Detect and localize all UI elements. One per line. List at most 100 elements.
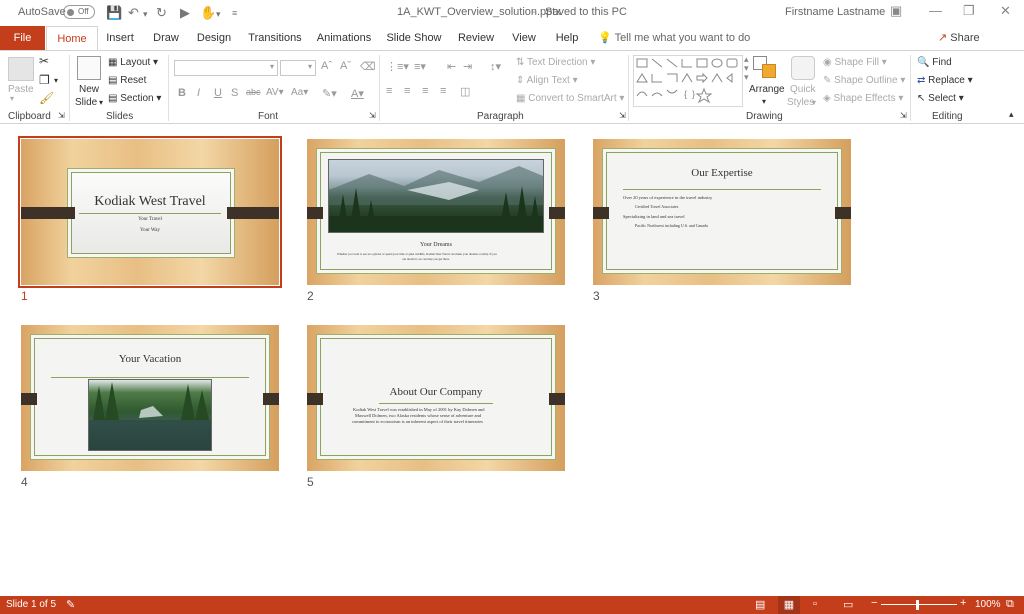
collapse-ribbon-icon[interactable]: ▴ [1009, 109, 1014, 120]
arrange-label[interactable]: Arrange [749, 84, 785, 95]
tab-design[interactable]: Design [193, 26, 235, 50]
cut-icon[interactable]: ✂ [39, 54, 49, 68]
change-case-icon[interactable]: Aa▾ [291, 87, 308, 98]
arrange-icon[interactable] [753, 56, 779, 82]
zoom-slider-thumb[interactable] [916, 600, 919, 610]
tab-view[interactable]: View [508, 26, 540, 50]
shape-effects-button[interactable]: ◈ Shape Effects ▾ [823, 93, 903, 104]
underline-icon[interactable]: U [214, 87, 222, 99]
justify-icon[interactable]: ≡ [440, 85, 446, 97]
touch-dropdown-icon[interactable]: ▾ [216, 9, 221, 20]
line-spacing-icon[interactable]: ↕▾ [490, 60, 501, 73]
quick-styles-icon[interactable] [791, 56, 815, 80]
find-button[interactable]: 🔍 Find [917, 57, 952, 68]
close-icon[interactable]: ✕ [1000, 3, 1011, 19]
font-size-dropdown-icon[interactable]: ▾ [308, 62, 312, 71]
layout-button[interactable]: ▦ Layout ▾ [108, 57, 158, 68]
character-spacing-icon[interactable]: AV▾ [266, 87, 284, 98]
clear-formatting-icon[interactable]: ⌫ [360, 60, 376, 73]
user-name[interactable]: Firstname Lastname [785, 6, 885, 18]
tell-me-search[interactable]: 💡 Tell me what you want to do [598, 26, 750, 50]
undo-icon[interactable]: ↶ [128, 5, 139, 21]
slide-thumbnail-1[interactable]: Kodiak West Travel Your Travel Your Way [18, 136, 282, 288]
tab-animations[interactable]: Animations [315, 26, 373, 50]
zoom-slider-track[interactable] [881, 604, 957, 605]
slide-thumbnail-5[interactable]: About Our Company Kodiak West Travel was… [307, 325, 565, 471]
slide-thumbnail-3[interactable]: Our Expertise Over 20 years of experienc… [593, 139, 851, 285]
decrease-font-icon[interactable]: Aˇ [340, 60, 351, 72]
align-text-button[interactable]: ⇕ Align Text ▾ [516, 75, 578, 86]
autosave-toggle[interactable]: Off [63, 5, 95, 19]
save-icon[interactable]: 💾 [106, 5, 122, 21]
increase-indent-icon[interactable]: ⇥ [463, 60, 472, 73]
bold-icon[interactable]: B [178, 87, 186, 99]
customize-qat-icon[interactable]: ≡ [232, 8, 237, 18]
minimize-icon[interactable]: — [929, 3, 942, 18]
normal-view-icon[interactable]: ▤ [755, 598, 765, 611]
new-slide-label-1[interactable]: New [79, 84, 99, 95]
slide-thumbnail-4[interactable]: Your Vacation [21, 325, 279, 471]
font-name-dropdown-icon[interactable]: ▾ [270, 62, 274, 71]
bullets-icon[interactable]: ⋮≡▾ [386, 60, 409, 73]
copy-icon[interactable]: ❐ [39, 73, 50, 87]
touch-mode-icon[interactable]: ✋ [200, 5, 216, 21]
slide-show-view-icon[interactable]: ▭ [843, 598, 853, 611]
tab-transitions[interactable]: Transitions [247, 26, 303, 50]
redo-icon[interactable]: ↻ [156, 5, 167, 21]
zoom-out-icon[interactable]: − [871, 597, 877, 609]
columns-icon[interactable]: ◫ [460, 85, 470, 98]
arrange-dropdown-icon[interactable]: ▾ [762, 97, 766, 106]
undo-dropdown-icon[interactable]: ▾ [143, 9, 148, 20]
tab-review[interactable]: Review [455, 26, 497, 50]
quick-styles-label-1[interactable]: Quick [790, 84, 816, 95]
select-button[interactable]: ↖ Select ▾ [917, 93, 964, 104]
tab-slide-show[interactable]: Slide Show [386, 26, 442, 50]
copy-dropdown-icon[interactable]: ▾ [54, 76, 58, 85]
font-name-combo[interactable]: ▾ [174, 60, 278, 76]
zoom-in-icon[interactable]: + [960, 597, 966, 609]
share-button[interactable]: ↗ Share [938, 26, 980, 50]
clipboard-launcher-icon[interactable]: ⇲ [58, 111, 65, 120]
new-slide-dropdown-icon[interactable]: ▾ [99, 98, 103, 107]
quick-styles-dropdown-icon[interactable]: ▾ [812, 98, 816, 107]
italic-icon[interactable]: I [197, 87, 200, 99]
format-painter-icon[interactable]: 🖌 [39, 91, 54, 105]
restore-icon[interactable]: ❐ [963, 3, 975, 19]
font-size-combo[interactable]: ▾ [280, 60, 316, 76]
tab-file[interactable]: File [0, 26, 45, 50]
tab-draw[interactable]: Draw [148, 26, 184, 50]
spelling-check-icon[interactable]: ✎ [66, 598, 75, 611]
convert-smartart-button[interactable]: ▦ Convert to SmartArt ▾ [516, 93, 624, 104]
tab-home[interactable]: Home [46, 26, 98, 50]
start-from-beginning-icon[interactable]: ▶ [180, 5, 190, 21]
font-color-icon[interactable]: A▾ [351, 87, 364, 100]
align-left-icon[interactable]: ≡ [386, 85, 392, 97]
align-center-icon[interactable]: ≡ [404, 85, 410, 97]
zoom-level[interactable]: 100% [975, 599, 1001, 610]
text-direction-button[interactable]: ⇅ Text Direction ▾ [516, 57, 595, 68]
text-shadow-icon[interactable]: S [231, 87, 238, 99]
section-button[interactable]: ▤ Section ▾ [108, 93, 161, 104]
new-slide-icon[interactable] [77, 56, 101, 80]
new-slide-label-2[interactable]: Slide [75, 97, 97, 108]
align-right-icon[interactable]: ≡ [422, 85, 428, 97]
paste-dropdown-icon[interactable]: ▾ [10, 94, 14, 103]
slide-sorter-view-icon[interactable]: ▦ [778, 596, 800, 614]
replace-button[interactable]: ⇄ Replace ▾ [917, 75, 973, 86]
ribbon-display-options-icon[interactable]: ▣ [890, 3, 902, 19]
quick-styles-label-2[interactable]: Styles [787, 97, 814, 108]
font-launcher-icon[interactable]: ⇲ [369, 111, 376, 120]
increase-font-icon[interactable]: Aˆ [321, 60, 332, 72]
decrease-indent-icon[interactable]: ⇤ [447, 60, 456, 73]
slide-thumbnail-2[interactable]: Your Dreams Whether you want to see an a… [307, 139, 565, 285]
tab-insert[interactable]: Insert [100, 26, 140, 50]
paragraph-launcher-icon[interactable]: ⇲ [619, 111, 626, 120]
reset-button[interactable]: ▤ Reset [108, 75, 146, 86]
shape-fill-button[interactable]: ◉ Shape Fill ▾ [823, 57, 887, 68]
numbering-icon[interactable]: ≡▾ [414, 60, 426, 73]
strikethrough-icon[interactable]: abc [246, 87, 261, 97]
highlight-icon[interactable]: ✎▾ [322, 87, 337, 100]
gallery-scroll-up-icon[interactable]: ▴ ▾ ▾ [744, 55, 749, 82]
tab-help[interactable]: Help [551, 26, 583, 50]
shapes-gallery[interactable]: {} [633, 55, 743, 107]
